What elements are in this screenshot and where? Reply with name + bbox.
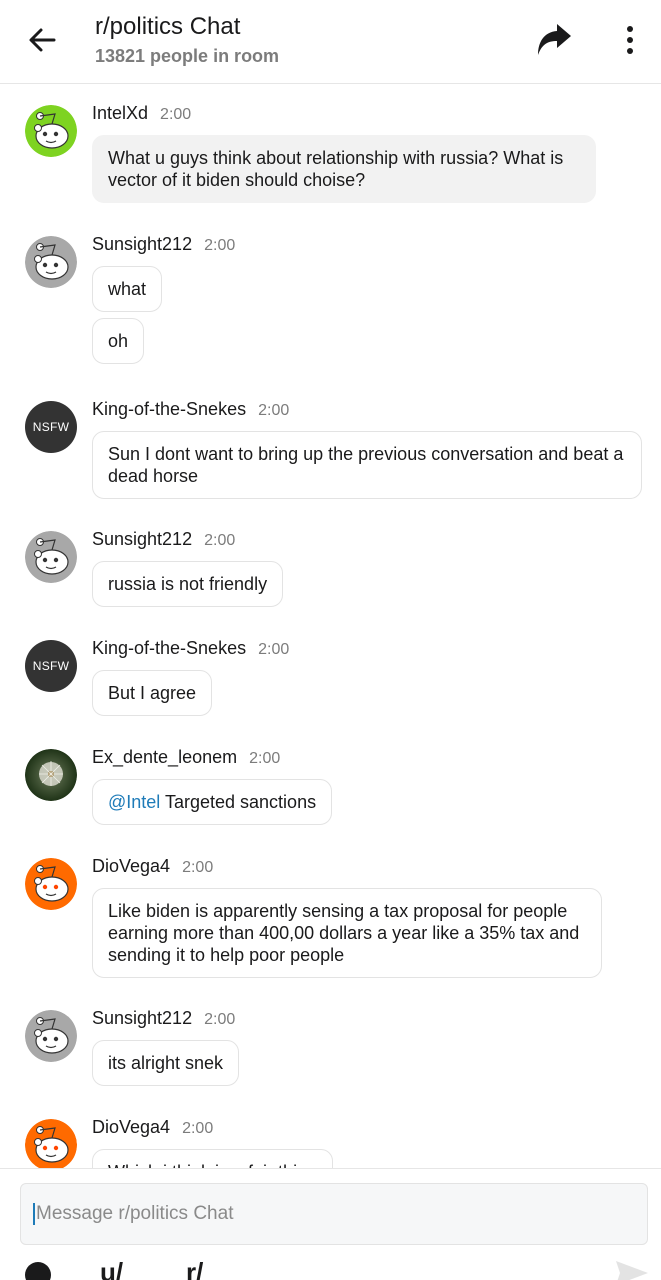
message-input[interactable]: Message r/politics Chat <box>20 1183 648 1245</box>
message-bubble[interactable]: @Intel Targeted sanctions <box>92 779 333 825</box>
avatar[interactable] <box>25 858 77 910</box>
user-mention[interactable]: @Intel <box>108 792 160 812</box>
username[interactable]: King-of-the-Snekes <box>92 399 246 420</box>
snoo-avatar-icon <box>25 236 77 288</box>
user-mention-button[interactable]: u/ <box>100 1259 123 1280</box>
chat-header: r/politics Chat 13821 people in room <box>0 0 661 84</box>
share-button[interactable] <box>532 18 576 62</box>
share-icon <box>538 24 571 55</box>
avatar[interactable] <box>25 1119 77 1168</box>
username[interactable]: DioVega4 <box>92 856 170 877</box>
username[interactable]: Sunsight212 <box>92 1008 192 1029</box>
snoo-avatar-icon <box>25 1119 77 1168</box>
message-bubble[interactable]: What u guys think about relationship wit… <box>92 135 596 203</box>
username[interactable]: Ex_dente_leonem <box>92 747 237 768</box>
timestamp: 2:00 <box>249 750 281 767</box>
avatar[interactable] <box>25 531 77 583</box>
snoo-avatar-icon <box>25 858 77 910</box>
room-member-count: 13821 people in room <box>95 46 280 66</box>
username[interactable]: King-of-the-Snekes <box>92 638 246 659</box>
composer: Message r/politics Chat u/ r/ <box>0 1168 661 1280</box>
more-vertical-icon <box>627 26 633 54</box>
back-arrow-icon <box>29 28 56 52</box>
message-bubble[interactable]: oh <box>92 318 145 364</box>
title-block: r/politics Chat 13821 people in room <box>95 12 279 69</box>
username[interactable]: DioVega4 <box>92 1117 170 1138</box>
message-bubble[interactable]: its alright snek <box>92 1040 240 1086</box>
username[interactable]: IntelXd <box>92 103 148 124</box>
message-bubble[interactable]: russia is not friendly <box>92 561 284 607</box>
dandelion-photo-icon <box>25 749 77 801</box>
timestamp: 2:00 <box>204 532 236 549</box>
username[interactable]: Sunsight212 <box>92 529 192 550</box>
message-bubble[interactable]: Sun I dont want to bring up the previous… <box>92 431 642 499</box>
snoo-avatar-icon <box>25 1010 77 1062</box>
timestamp: 2:00 <box>182 1120 214 1137</box>
message-text: Targeted sanctions <box>164 792 317 812</box>
composer-toolbar: u/ r/ <box>0 1259 661 1280</box>
username[interactable]: Sunsight212 <box>92 234 192 255</box>
emoji-icon[interactable] <box>24 1261 52 1280</box>
avatar[interactable] <box>25 1010 77 1062</box>
snoo-avatar-icon <box>25 105 77 157</box>
message-bubble[interactable]: But I agree <box>92 670 213 716</box>
timestamp: 2:00 <box>258 402 290 419</box>
avatar[interactable] <box>25 236 77 288</box>
message-bubble[interactable]: Which i think is a fair thing <box>92 1149 334 1168</box>
timestamp: 2:00 <box>182 859 214 876</box>
room-title: r/politics Chat <box>95 13 241 40</box>
back-button[interactable] <box>22 20 62 60</box>
avatar[interactable] <box>25 105 77 157</box>
timestamp: 2:00 <box>258 641 290 658</box>
message-bubble[interactable]: Like biden is apparently sensing a tax p… <box>92 888 602 978</box>
more-options-button[interactable] <box>610 18 650 62</box>
avatar[interactable]: NSFW <box>25 640 77 692</box>
timestamp: 2:00 <box>204 1011 236 1028</box>
message-list[interactable]: IntelXd 2:00 What u guys think about rel… <box>0 85 661 1168</box>
avatar[interactable] <box>25 749 77 801</box>
send-icon[interactable] <box>614 1259 650 1280</box>
message-input-placeholder: Message r/politics Chat <box>36 1203 234 1225</box>
text-caret <box>33 1203 35 1225</box>
timestamp: 2:00 <box>204 237 236 254</box>
avatar[interactable]: NSFW <box>25 401 77 453</box>
snoo-avatar-icon <box>25 531 77 583</box>
subreddit-mention-button[interactable]: r/ <box>186 1259 203 1280</box>
message-bubble[interactable]: what <box>92 266 163 312</box>
timestamp: 2:00 <box>160 106 192 123</box>
